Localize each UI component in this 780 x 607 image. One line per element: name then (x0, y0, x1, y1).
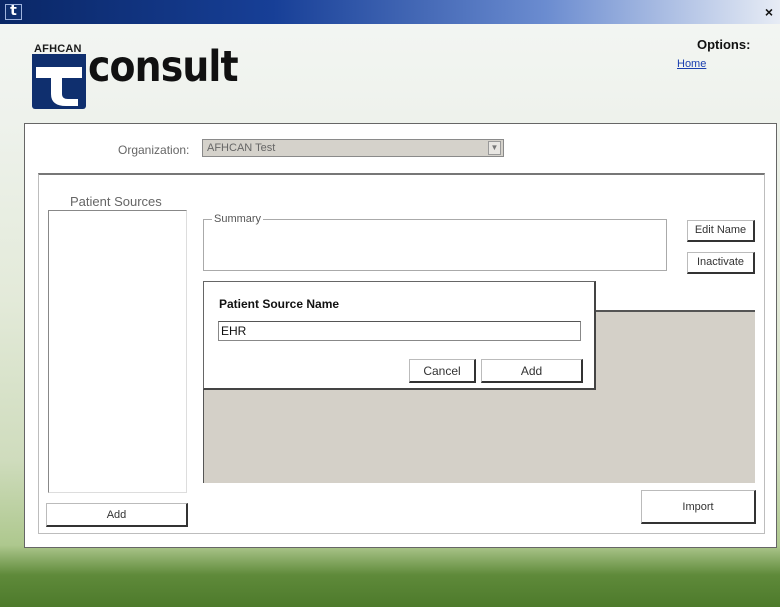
window-title-bar (0, 0, 780, 24)
patient-sources-list[interactable] (48, 210, 187, 493)
summary-label: Summary (212, 213, 264, 225)
add-patient-source-button[interactable]: Add (46, 503, 188, 527)
options-label: Options: (697, 37, 751, 52)
inactivate-button[interactable]: Inactivate (687, 252, 755, 274)
organization-label: Organization: (118, 143, 190, 157)
dialog-title: Patient Source Name (219, 297, 340, 311)
patient-source-name-input[interactable] (218, 321, 581, 341)
home-link[interactable]: Home (677, 58, 706, 70)
close-window-button[interactable]: × (760, 3, 778, 21)
dialog-cancel-button[interactable]: Cancel (409, 359, 476, 383)
app-icon: t (5, 4, 22, 20)
afhcan-t-logo-icon (32, 54, 86, 109)
organization-select[interactable]: AFHCAN Test ▼ (202, 139, 504, 157)
organization-selected-value: AFHCAN Test (207, 142, 276, 154)
patient-sources-label: Patient Sources (70, 194, 162, 209)
summary-groupbox (203, 219, 667, 271)
import-button[interactable]: Import (641, 490, 756, 524)
edit-name-button[interactable]: Edit Name (687, 220, 755, 242)
logo-consult-wordmark: consult (88, 42, 239, 92)
dialog-add-button[interactable]: Add (481, 359, 583, 383)
chevron-down-icon[interactable]: ▼ (488, 141, 501, 155)
